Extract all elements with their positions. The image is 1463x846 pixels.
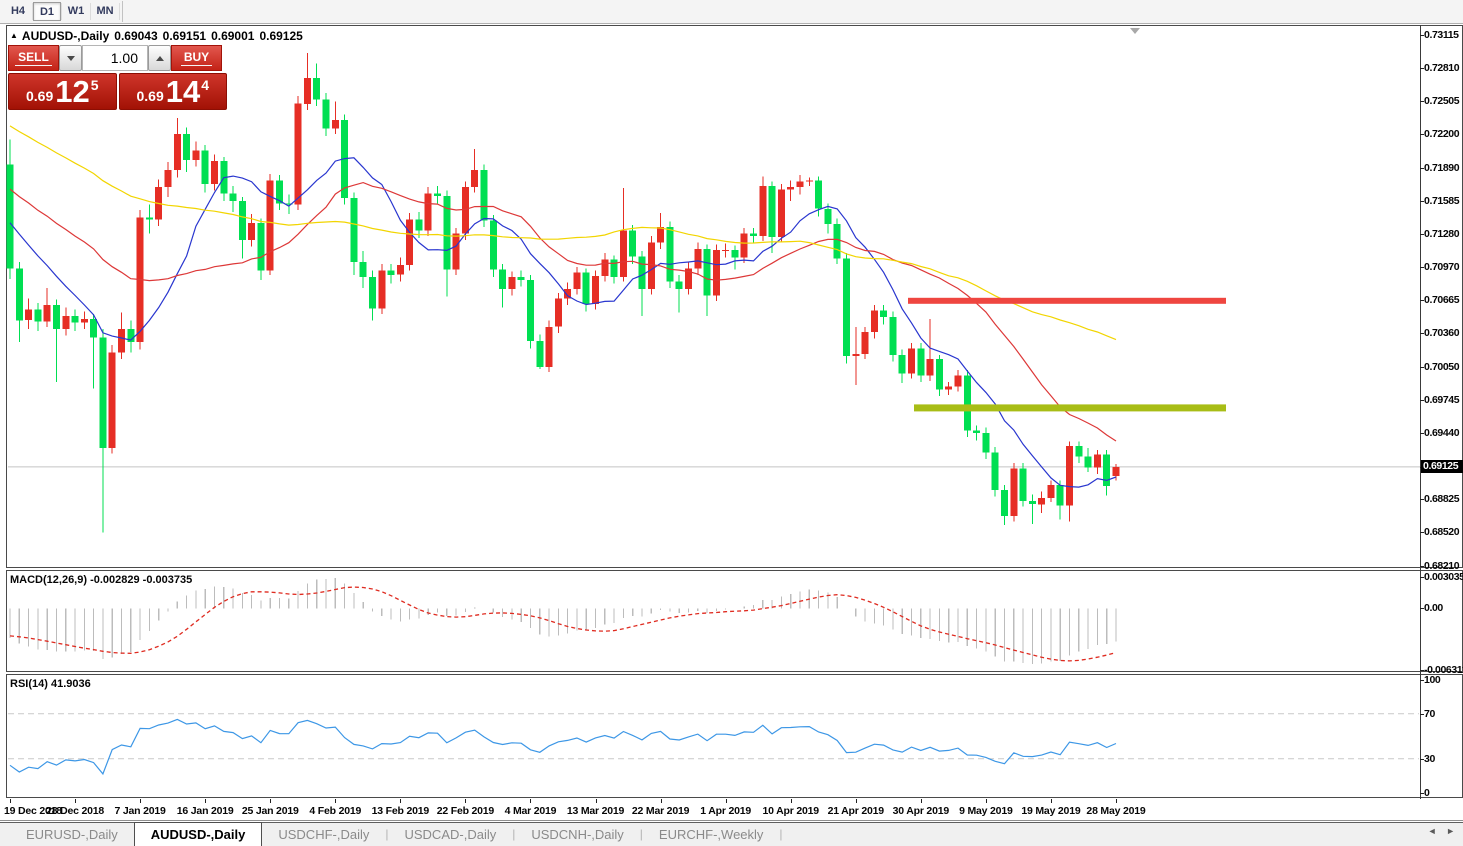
volume-increase-button[interactable] — [148, 45, 171, 71]
chevron-up-icon — [156, 56, 164, 61]
price-axis-line — [1420, 25, 1421, 799]
macd-indicator-label: MACD(12,26,9) -0.002829 -0.003735 — [10, 574, 192, 586]
one-click-trading-panel: SELL BUY 0.69 12 5 0.69 14 4 — [8, 45, 227, 110]
timeframe-button-mn[interactable]: MN — [91, 2, 119, 21]
timeframe-button-d1[interactable]: D1 — [33, 2, 61, 21]
timeframe-toolbar: H4D1W1MN — [0, 0, 1463, 24]
toolbar-group-separator — [122, 1, 123, 22]
sell-button[interactable]: SELL — [8, 45, 59, 71]
tab-separator: | — [779, 823, 782, 846]
chart-tabs: EURUSD-,DailyAUDUSD-,DailyUSDCHF-,Daily |… — [0, 823, 1463, 846]
sell-button-label: SELL — [15, 50, 52, 66]
volume-decrease-button[interactable] — [59, 45, 82, 71]
chart-symbol-period: AUDUSD-,Daily — [22, 29, 109, 43]
ohlc-close: 0.69125 — [259, 29, 302, 43]
current-price-tag: 0.69125 — [1421, 460, 1463, 473]
tab-usdcnh[interactable]: USDCNH-,Daily — [515, 823, 639, 846]
sell-price-prefix: 0.69 — [26, 88, 53, 104]
sell-price-big: 12 — [55, 76, 89, 107]
tab-audusd[interactable]: AUDUSD-,Daily — [134, 822, 263, 846]
mt4-chart-window: H4D1W1MN 0.731150.728100.725050.722000.7… — [0, 0, 1463, 846]
buy-price-big: 14 — [166, 76, 200, 107]
sell-price-sup: 5 — [91, 77, 99, 93]
chart-tab-bar: EURUSD-,DailyAUDUSD-,DailyUSDCHF-,Daily |… — [0, 822, 1463, 846]
toolbar-separator — [119, 3, 120, 20]
tab-scroll-right-icon[interactable]: ► — [1446, 826, 1455, 836]
tab-usdchf[interactable]: USDCHF-,Daily — [262, 823, 385, 846]
chevron-down-icon — [67, 56, 75, 61]
buy-button-label: BUY — [181, 50, 212, 66]
tab-scroll-arrows: ◄ ► — [1421, 826, 1455, 836]
ohlc-high: 0.69151 — [163, 29, 206, 43]
tab-eurusd[interactable]: EURUSD-,Daily — [10, 823, 134, 846]
ohlc-low: 0.69001 — [211, 29, 254, 43]
timeframe-button-h4[interactable]: H4 — [4, 2, 32, 21]
buy-price-box[interactable]: 0.69 14 4 — [119, 73, 228, 110]
ohlc-open: 0.69043 — [114, 29, 157, 43]
macd-pane[interactable] — [6, 570, 1463, 672]
volume-input[interactable] — [82, 45, 148, 71]
buy-price-prefix: 0.69 — [136, 88, 163, 104]
rsi-indicator-label: RSI(14) 41.9036 — [10, 678, 91, 690]
tab-usdcad[interactable]: USDCAD-,Daily — [388, 823, 512, 846]
chart-title: ▲ AUDUSD-,Daily 0.69043 0.69151 0.69001 0.691… — [10, 29, 308, 43]
tab-scroll-left-icon[interactable]: ◄ — [1428, 826, 1437, 836]
timeframe-button-w1[interactable]: W1 — [62, 2, 90, 21]
sell-price-box[interactable]: 0.69 12 5 — [8, 73, 117, 110]
rsi-pane[interactable] — [6, 674, 1463, 798]
time-axis[interactable] — [0, 799, 1463, 821]
tab-eurchf[interactable]: EURCHF-,Weekly — [643, 823, 780, 846]
collapse-panel-icon[interactable]: ▲ — [10, 31, 18, 40]
buy-price-sup: 4 — [201, 77, 209, 93]
buy-button[interactable]: BUY — [171, 45, 222, 71]
